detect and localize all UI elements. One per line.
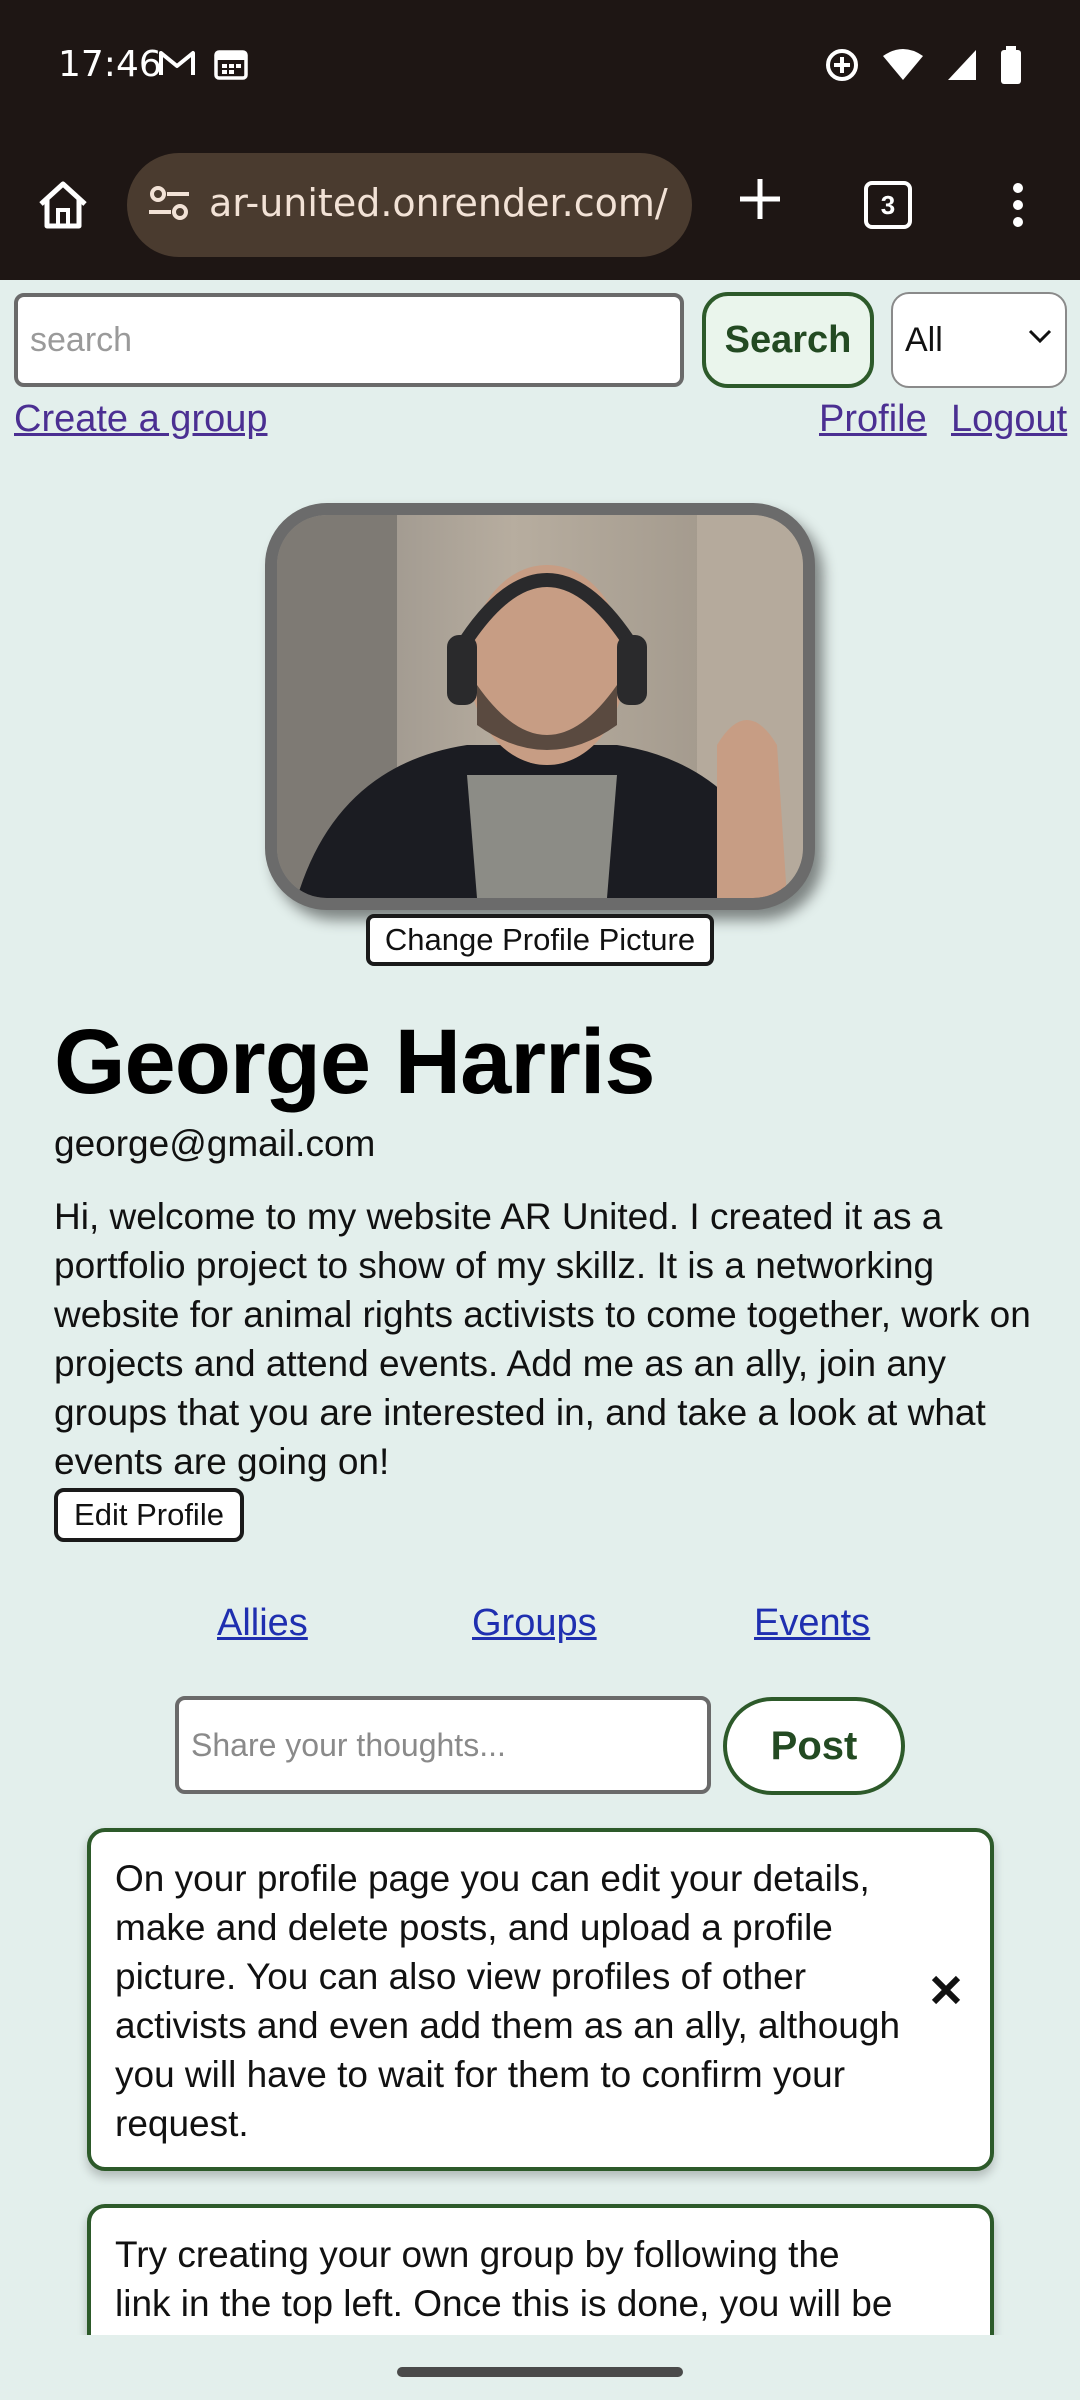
browser-toolbar: ar-united.onrender.com/ 3 [0, 134, 1080, 280]
battery-icon [1000, 46, 1022, 84]
post-input[interactable] [175, 1696, 711, 1794]
tab-groups[interactable]: Groups [472, 1602, 597, 1645]
create-group-link[interactable]: Create a group [14, 398, 268, 441]
post-card: Try creating your own group by following… [87, 2204, 994, 2335]
home-icon [37, 180, 89, 230]
gmail-icon [158, 48, 196, 80]
edit-profile-button[interactable]: Edit Profile [54, 1488, 244, 1542]
gesture-handle[interactable] [397, 2367, 683, 2377]
profile-name: George Harris [54, 1011, 656, 1113]
status-time: 17:46 [58, 44, 162, 85]
post-card: On your profile page you can edit your d… [87, 1828, 994, 2171]
filter-selected-value: All [905, 320, 943, 359]
url-text: ar-united.onrender.com/ [209, 181, 668, 225]
profile-email: george@gmail.com [54, 1123, 376, 1164]
status-left-icons [158, 48, 248, 80]
web-page: Search All Create a group Profile Logout [0, 280, 1080, 2335]
chevron-down-icon [1027, 328, 1053, 344]
address-bar[interactable]: ar-united.onrender.com/ [127, 153, 692, 257]
post-button[interactable]: Post [723, 1697, 905, 1795]
tab-allies[interactable]: Allies [217, 1602, 308, 1645]
tab-events[interactable]: Events [754, 1602, 870, 1645]
profile-link[interactable]: Profile [819, 398, 927, 441]
status-bar: 17:46 [0, 0, 1080, 134]
status-right-icons [824, 46, 1022, 84]
more-vert-icon [1012, 182, 1024, 228]
plus-icon [737, 176, 783, 222]
browser-menu-button[interactable] [1000, 170, 1036, 240]
change-profile-picture-button[interactable]: Change Profile Picture [366, 914, 714, 966]
site-settings-icon[interactable] [147, 183, 191, 223]
search-filter-select[interactable]: All [891, 292, 1067, 388]
post-text: Try creating your own group by following… [115, 2234, 893, 2335]
profile-bio: Hi, welcome to my website AR United. I c… [54, 1196, 1031, 1482]
signal-icon [946, 48, 978, 82]
search-button[interactable]: Search [702, 292, 874, 388]
close-icon[interactable] [926, 1970, 966, 2010]
logout-link[interactable]: Logout [951, 398, 1067, 441]
calendar-icon [214, 48, 248, 80]
home-button[interactable] [28, 170, 98, 240]
wifi-icon [882, 48, 924, 82]
data-saver-icon [824, 47, 860, 83]
profile-picture [265, 503, 815, 910]
tab-switcher-button[interactable]: 3 [864, 181, 912, 229]
new-tab-button[interactable] [725, 164, 795, 234]
search-input[interactable] [14, 293, 684, 387]
navigation-bar [0, 2335, 1080, 2400]
post-text: On your profile page you can edit your d… [115, 1858, 901, 2144]
